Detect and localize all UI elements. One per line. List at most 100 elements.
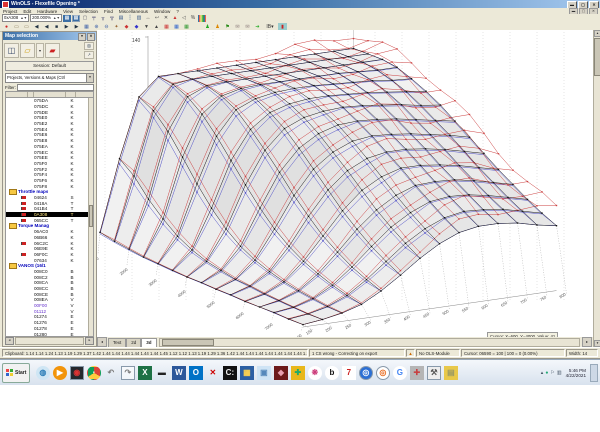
zoom-combo[interactable]: 200.000% ▲▼ bbox=[30, 14, 62, 22]
scroll-down-icon[interactable]: ▾ bbox=[594, 340, 600, 347]
scroll-track[interactable] bbox=[15, 337, 84, 345]
taskbar-icon[interactable]: ◆ bbox=[273, 365, 288, 380]
toolbar-icon[interactable]: ╤ bbox=[90, 15, 98, 22]
toolbar-icon[interactable]: ▢ bbox=[81, 15, 89, 22]
tab-scroll-left-icon[interactable]: ◂ bbox=[97, 337, 107, 347]
map-size-combo[interactable]: 0xA308 ▲▼ bbox=[2, 14, 30, 22]
toolbar-icon[interactable]: ↩ bbox=[153, 15, 161, 22]
taskbar-icon[interactable]: ❋ bbox=[307, 365, 322, 380]
view-tab[interactable]: 2d bbox=[126, 338, 142, 347]
taskbar-icon[interactable]: ▬ bbox=[155, 366, 169, 380]
taskbar-icon[interactable]: W bbox=[171, 365, 186, 380]
toolbar-icon[interactable]: ▦ bbox=[82, 23, 91, 31]
column-header[interactable] bbox=[34, 92, 66, 97]
taskbar-icon[interactable]: G bbox=[392, 365, 407, 380]
show-desktop-button[interactable] bbox=[590, 363, 598, 382]
toolbar-icon[interactable]: ● bbox=[2, 23, 11, 31]
plot-vscrollbar[interactable]: ▴ ▾ bbox=[593, 30, 600, 347]
menu-item[interactable]: Selection bbox=[76, 9, 101, 14]
toolbar-icon[interactable]: ▦ bbox=[62, 14, 71, 22]
panel-title-bar[interactable]: Map selection ▾ ✕ bbox=[3, 32, 96, 41]
toolbar-icon[interactable]: ◀ bbox=[42, 23, 51, 31]
toolbar-icon[interactable]: ◁ bbox=[180, 15, 188, 22]
start-button[interactable]: Start bbox=[2, 362, 31, 383]
toolbar-icon[interactable]: ■ bbox=[52, 23, 61, 31]
toolbar-icon[interactable]: ▭ bbox=[22, 23, 31, 31]
filter-input[interactable] bbox=[16, 84, 94, 91]
map-list[interactable]: 075DA K 075DC K 075DE K 075E0 K 075E2 K … bbox=[5, 98, 94, 337]
toolbar-icon[interactable]: ╦ bbox=[108, 15, 116, 22]
toolbar-icon[interactable]: ▥ bbox=[135, 15, 143, 22]
toolbar-icon[interactable]: ◀ bbox=[32, 23, 41, 31]
scroll-thumb[interactable] bbox=[89, 205, 93, 228]
taskbar-icon[interactable]: O bbox=[188, 365, 203, 380]
menu-item[interactable]: ? bbox=[173, 9, 182, 14]
panel-toolbar-icon[interactable]: ▰ bbox=[45, 42, 60, 58]
toolbar-icon[interactable]: ▆ bbox=[197, 14, 206, 22]
panel-pin-button[interactable]: ▾ bbox=[78, 33, 86, 41]
taskbar-icon[interactable]: ✛ bbox=[409, 365, 424, 380]
toolbar-icon[interactable]: ↔ bbox=[144, 15, 152, 22]
toolbar-icon[interactable]: ▶ bbox=[72, 23, 81, 31]
view-tab[interactable]: Text bbox=[108, 338, 127, 347]
taskbar-icon[interactable]: C: bbox=[222, 365, 237, 380]
panel-toolbar-icon[interactable]: ▱ bbox=[20, 42, 35, 58]
menu-item[interactable]: View bbox=[60, 9, 76, 14]
panel-close-button[interactable]: ✕ bbox=[87, 33, 95, 41]
taskbar-icon[interactable]: ↶ bbox=[104, 366, 118, 380]
view-tab[interactable]: 3d bbox=[141, 338, 157, 347]
taskbar-icon[interactable]: ⚒ bbox=[426, 365, 441, 380]
menu-item[interactable]: Window bbox=[151, 9, 173, 14]
taskbar-icon[interactable]: ◍ bbox=[35, 365, 50, 380]
taskbar-icon[interactable]: ▦ bbox=[239, 365, 254, 380]
column-header[interactable] bbox=[6, 92, 28, 97]
scroll-left-icon[interactable]: ◂ bbox=[5, 337, 14, 345]
taskbar-icon[interactable]: X bbox=[137, 365, 152, 380]
chevron-down-icon[interactable]: ▾ bbox=[86, 74, 93, 82]
column-header[interactable] bbox=[66, 92, 76, 97]
toolbar-icon[interactable]: % bbox=[189, 15, 197, 22]
surface-plot-3d[interactable]: 140150 200 250 300 350 400 450 500 550 600 650 700 7… bbox=[97, 30, 593, 337]
scope-dropdown[interactable]: Projects, Versions & Maps (Ctrl ▾ bbox=[5, 73, 94, 83]
scroll-up-icon[interactable]: ▴ bbox=[594, 30, 600, 37]
taskbar-icon[interactable]: 7 bbox=[341, 365, 356, 380]
list-item[interactable]: 01280 E bbox=[6, 331, 93, 336]
scroll-thumb[interactable] bbox=[161, 339, 214, 346]
taskbar-icon[interactable]: ✚ bbox=[290, 365, 305, 380]
panel-hscrollbar[interactable]: ◂ ▸ bbox=[5, 337, 94, 345]
tray-icon[interactable]: ⚐ bbox=[550, 370, 554, 376]
plot-hscrollbar[interactable] bbox=[158, 338, 580, 347]
toolbar-icon[interactable]: ▤ bbox=[117, 15, 125, 22]
map-3d-view[interactable]: 140 150 200 250 300 350 400 450 500 550 600 650 700 7… bbox=[97, 30, 593, 337]
menu-item[interactable]: Hardware bbox=[34, 9, 60, 14]
spinner-icon[interactable]: ▲▼ bbox=[53, 15, 60, 21]
taskbar-icon[interactable]: ↷ bbox=[120, 365, 135, 380]
scroll-thumb[interactable] bbox=[594, 38, 600, 76]
taskbar-icon[interactable]: • bbox=[86, 365, 101, 380]
menu-item[interactable]: Edit bbox=[20, 9, 34, 14]
taskbar-icon[interactable]: ▤ bbox=[443, 365, 458, 380]
taskbar-icon[interactable]: ✕ bbox=[206, 366, 220, 380]
panel-small-icon[interactable]: ↗ bbox=[84, 50, 94, 59]
session-button[interactable]: Session: Default bbox=[5, 61, 94, 71]
menu-item[interactable]: Project bbox=[0, 9, 20, 14]
taskbar-icon[interactable]: b bbox=[324, 365, 339, 380]
toolbar-icon[interactable]: ▲ bbox=[171, 15, 179, 22]
menu-item[interactable]: Find bbox=[101, 9, 116, 14]
taskbar-icon[interactable]: ◉ bbox=[69, 365, 84, 380]
list-scrollbar[interactable] bbox=[88, 98, 93, 336]
taskbar-icon[interactable]: ◎ bbox=[358, 365, 373, 380]
menu-item[interactable]: Miscellaneous bbox=[116, 9, 151, 14]
toolbar-icon[interactable]: ✕ bbox=[162, 15, 170, 22]
tab-scroll-right-icon[interactable]: ▸ bbox=[582, 337, 592, 347]
toolbar-icon[interactable]: ▦ bbox=[71, 14, 80, 22]
panel-toolbar-icon[interactable]: ▾ bbox=[36, 42, 44, 58]
tray-icon[interactable]: ▥ bbox=[557, 370, 562, 376]
toolbar-icon[interactable]: ┆ bbox=[126, 15, 134, 22]
panel-toolbar-icon[interactable]: ◫ bbox=[4, 42, 19, 58]
tray-icon[interactable]: ▴ bbox=[541, 370, 544, 376]
panel-small-icon[interactable]: ▨ bbox=[84, 41, 94, 50]
toolbar-icon[interactable]: ▶ bbox=[62, 23, 71, 31]
taskbar-icon[interactable]: ◎ bbox=[375, 365, 390, 380]
tray-icon[interactable]: ● bbox=[545, 370, 548, 376]
